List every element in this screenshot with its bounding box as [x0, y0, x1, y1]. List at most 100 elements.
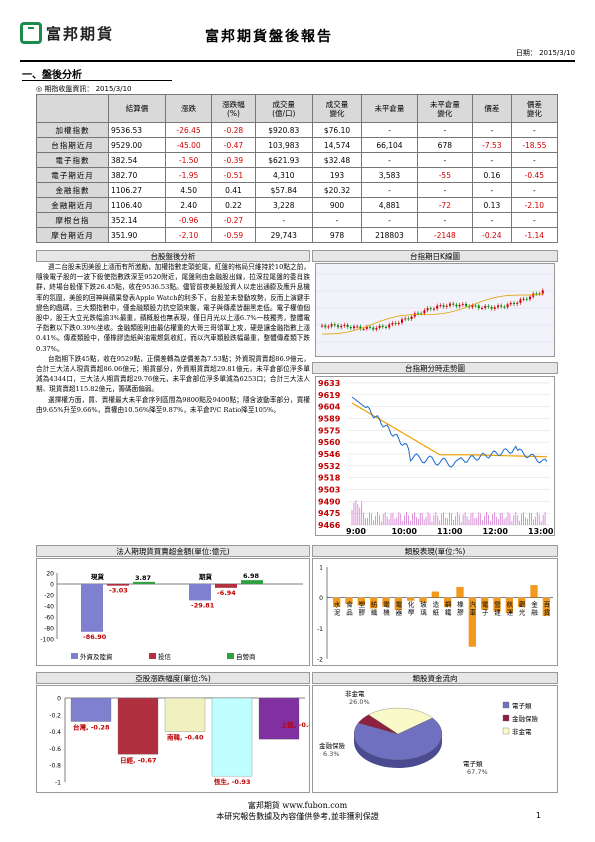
section-title: 一、盤後分析 [22, 70, 82, 81]
sector-label-char: 塑 [359, 600, 366, 609]
table-cell: 3,583 [361, 167, 418, 183]
institutional-legend-swatch [71, 653, 78, 659]
sector-label-char: 電 [383, 601, 390, 609]
table-cell: -55 [416, 167, 474, 183]
asia-index-heading: 亞股漲跌幅度(單位:%) [36, 672, 310, 684]
intraday-chart-svg: 9633 9619 9604 9589 9575 9560 9546 9532 9518 9503… [318, 379, 554, 536]
table-cell: 29,743 [254, 227, 313, 243]
table-cell: 0.16 [472, 167, 512, 183]
sector-label-char: 品 [346, 609, 353, 617]
pie-legend-swatch [502, 727, 510, 735]
institutional-group-label: 期貨 [199, 572, 213, 581]
kline-chart [315, 263, 555, 357]
kline-candle [401, 319, 403, 323]
sector-category-label: 水泥 [334, 600, 341, 617]
date-label: 日期： [515, 49, 537, 57]
intraday-y-tick: 9633 [318, 379, 340, 388]
institutional-y-tick: -40 [44, 604, 54, 611]
kline-candle [372, 327, 375, 330]
table-cell: $621.93 [254, 152, 313, 168]
market-summary-table: 結算價 漲跌 漲跌幅 (%) 成交量 (億/口) 成交量 變化 未平倉量 未平倉量 變化 價差… [36, 94, 559, 243]
brand-logo: 富邦期貨 [20, 22, 114, 44]
table-cell: - [361, 212, 418, 228]
asia-bar [117, 697, 159, 755]
sector-category-label: 塑膠 [359, 600, 366, 617]
kline-candle [417, 313, 419, 315]
sector-label-char: 光 [519, 608, 526, 617]
table-cell: -1.14 [510, 227, 559, 243]
fund-flow-heading: 類股資金流向 [312, 672, 558, 684]
sector-label-char: 融 [531, 608, 538, 617]
footer-brand: 富邦期貨 www.fubon.com [247, 801, 348, 810]
table-cell: - [510, 212, 559, 228]
asia-y-tick: 0 [57, 696, 61, 703]
kline-candle [452, 303, 455, 305]
kline-candle [461, 303, 464, 305]
sector-bar [530, 585, 538, 598]
kline-candle [356, 326, 359, 328]
sector-label-char: 電 [482, 601, 489, 609]
pie-legend-label: 非金電 [512, 727, 532, 736]
analysis-heading: 台股盤後分析 [36, 250, 310, 262]
kline-candle [436, 305, 439, 309]
table-cell: - [510, 122, 559, 138]
table-cell: 382.54 [107, 152, 167, 168]
table-cell: - [416, 182, 474, 198]
kline-candle [484, 306, 487, 308]
sector-category-label: 橡膠 [457, 600, 464, 617]
institutional-bar [107, 584, 129, 586]
table-cell: -0.28 [211, 122, 256, 138]
sector-label-char: 橡 [457, 600, 464, 609]
table-header-cell: 結算價 [107, 94, 167, 123]
page-footer: 富邦期貨 www.fubon.com 本研究報告數據及內容僅供參考,並非獲利保證 [0, 800, 595, 822]
kline-candle [369, 326, 371, 328]
institutional-data-label: -6.94 [217, 589, 236, 597]
institutional-heading: 法人期現貨買賣超金額(單位:億元) [36, 545, 310, 557]
footer-disclaimer: 本研究報告數據及內容僅供參考,並非獲利保證 [216, 812, 379, 821]
institutional-bar [133, 581, 155, 584]
intraday-y-tick: 9503 [318, 486, 340, 495]
table-cell: - [472, 212, 512, 228]
kline-candle [493, 307, 496, 309]
table-cell: - [416, 212, 474, 228]
institutional-y-tick: -20 [44, 593, 54, 600]
table-row: 電子期近月 382.70 -1.95 -0.51 4,310 193 3,583 -55 0.1… [36, 167, 559, 183]
table-cell: - [416, 122, 474, 138]
intraday-x-tick: 10:00 [392, 527, 418, 535]
kline-candle [525, 298, 528, 300]
sector-label-char: 營 [494, 600, 501, 609]
intraday-x-tick: 11:00 [437, 527, 463, 535]
asia-bar [211, 697, 253, 777]
asia-y-tick: -0.4 [49, 729, 61, 736]
asia-data-label: 恆生, -0.93 [214, 777, 250, 786]
kline-candle [330, 324, 333, 327]
sector-label-char: 金 [531, 600, 538, 609]
intraday-y-tick: 9560 [318, 438, 341, 447]
sector-label-char: 運 [507, 608, 514, 617]
sector-category-label: 造紙 [433, 600, 440, 617]
row-label-cell: 加權指數 [36, 122, 109, 138]
row-label-cell: 金融期近月 [36, 197, 109, 213]
kline-candle [500, 305, 503, 307]
sector-category-label: 觀光 [519, 600, 526, 617]
kline-candle [455, 304, 458, 307]
kline-candle [397, 322, 400, 324]
sector-label-char: 電 [396, 601, 403, 609]
institutional-chart-svg: 20 0 -20 -40 -60 -80 -100 現貨 -86.90 -3.03 3.87 期貨 -2… [40, 571, 303, 661]
fubon-logo-icon [20, 22, 42, 44]
sector-category-label: 金融 [531, 600, 538, 617]
kline-candle [529, 296, 531, 300]
table-cell: - [311, 212, 363, 228]
kline-candle [471, 305, 474, 308]
table-cell: 0.41 [211, 182, 256, 198]
asia-y-tick: -0.6 [49, 746, 61, 753]
futures-info-date: 2015/3/10 [95, 85, 132, 93]
institutional-bar [241, 580, 263, 584]
table-cell: - [510, 182, 559, 198]
sector-label-char: 鐵 [445, 608, 452, 617]
table-cell: 0.13 [472, 197, 512, 213]
institutional-legend-swatch [149, 653, 156, 659]
kline-candle [346, 324, 349, 328]
sector-label-char: 貨 [544, 608, 551, 617]
pie-slice-percent: 67.7% [467, 768, 488, 776]
